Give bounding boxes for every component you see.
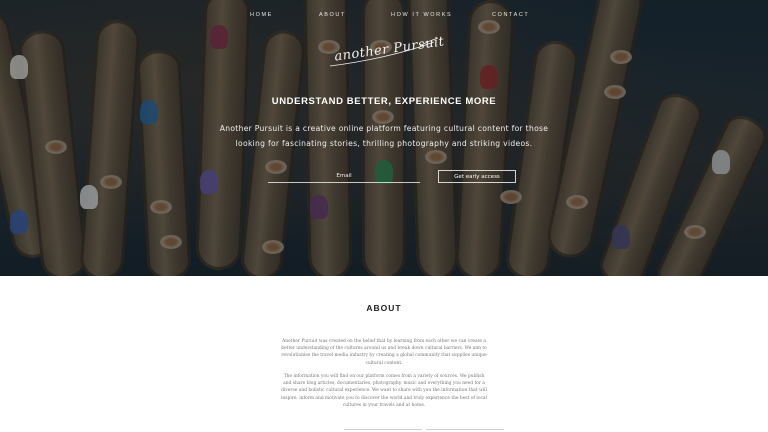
nav-link-home[interactable]: HOME (250, 12, 273, 18)
hero-section: HOME ABOUT HOW IT WORKS CONTACT another … (0, 0, 768, 276)
divider-left (344, 429, 422, 430)
about-heading: ABOUT (366, 303, 402, 313)
top-navigation: HOME ABOUT HOW IT WORKS CONTACT (0, 12, 768, 24)
about-paragraph-1: Another Pursuit was created on the belie… (281, 339, 487, 366)
about-paragraph-2: The information you will find on our pla… (281, 374, 487, 408)
hero-title: UNDERSTAND BETTER, EXPERIENCE MORE (271, 96, 497, 107)
nav-link-contact[interactable]: CONTACT (492, 12, 529, 18)
site-logo[interactable]: another Pursuit (322, 34, 445, 70)
get-early-access-button[interactable]: Get early access (438, 170, 516, 183)
divider-right (426, 429, 504, 430)
nav-link-how-it-works[interactable]: HOW IT WORKS (391, 12, 452, 18)
early-access-form: Get early access (0, 170, 768, 184)
email-input[interactable] (268, 170, 420, 183)
hero-subtitle: Another Pursuit is a creative online pla… (219, 124, 549, 148)
nav-link-about[interactable]: ABOUT (319, 12, 346, 18)
